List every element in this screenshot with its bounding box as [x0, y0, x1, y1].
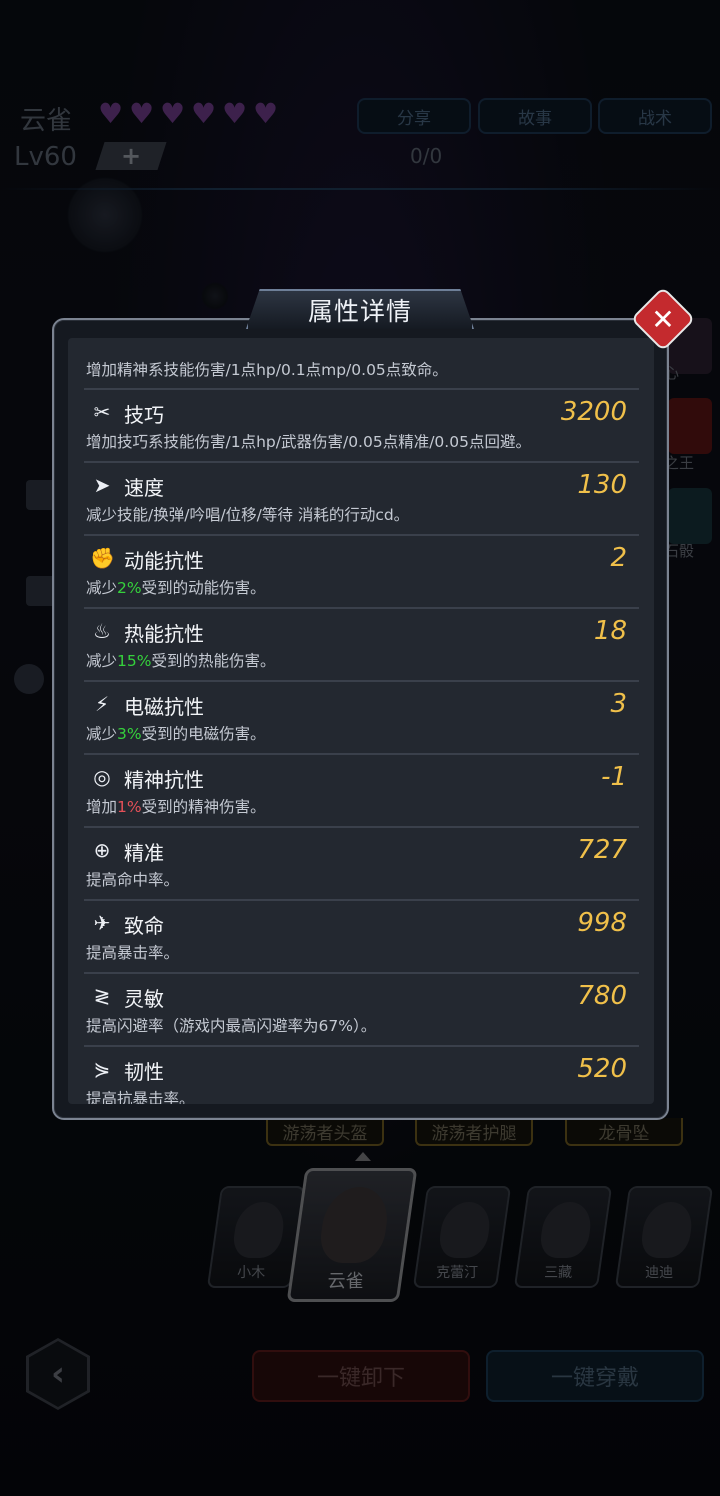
attribute-row: ✊ 动能抗性 2 减少2%受到的动能伤害。: [84, 536, 639, 609]
attribute-value: -1: [601, 762, 627, 792]
attribute-value: 2: [610, 543, 627, 573]
attribute-value: 3200: [560, 397, 627, 427]
desc-percent: 1%: [117, 798, 142, 816]
psychic-resist-icon: ◎: [93, 765, 111, 789]
attribute-desc: 提高命中率。: [86, 871, 180, 889]
attribute-name: 精神抗性: [124, 768, 204, 792]
precision-icon: ⊕: [93, 838, 111, 862]
agility-icon: ≷: [93, 984, 111, 1008]
attribute-desc: 增加技巧系技能伤害/1点hp/武器伤害/0.05点精准/0.05点回避。: [86, 433, 531, 451]
desc-percent: 15%: [117, 652, 152, 670]
dexterity-icon: ✂: [93, 400, 111, 424]
attribute-row: ✈ 致命 998 提高暴击率。: [84, 901, 639, 974]
attribute-desc: 提高暴击率。: [86, 944, 180, 962]
attribute-row: ⚡ 电磁抗性 3 减少3%受到的电磁伤害。: [84, 682, 639, 755]
modal-title-tab: 属性详情: [246, 289, 474, 329]
attribute-desc: 提高抗暴击率。: [86, 1090, 195, 1104]
attribute-row: ♨ 热能抗性 18 减少15%受到的热能伤害。: [84, 609, 639, 682]
attribute-name: 热能抗性: [124, 622, 204, 646]
desc-prefix: 减少: [86, 652, 118, 670]
attribute-name: 精准: [124, 841, 164, 865]
modal-title: 属性详情: [307, 297, 412, 326]
kinetic-resist-icon: ✊: [90, 546, 115, 570]
attribute-row: ✂ 技巧 3200 增加技巧系技能伤害/1点hp/武器伤害/0.05点精准/0.05点…: [84, 390, 639, 463]
attribute-value: 780: [577, 981, 627, 1011]
attribute-name: 速度: [124, 476, 164, 500]
critical-icon: ✈: [93, 911, 111, 935]
attribute-desc: 提高闪避率（游戏内最高闪避率为67%）。: [86, 1017, 377, 1035]
attribute-desc: 减少3%受到的电磁伤害。: [86, 722, 266, 744]
attribute-desc: 减少技能/换弹/吟唱/位移/等待 消耗的行动cd。: [86, 506, 410, 524]
attribute-row: ➤ 速度 130 减少技能/换弹/吟唱/位移/等待 消耗的行动cd。: [84, 463, 639, 536]
attribute-row: ⊕ 精准 727 提高命中率。: [84, 828, 639, 901]
attribute-row: ≷ 灵敏 780 提高闪避率（游戏内最高闪避率为67%）。: [84, 974, 639, 1047]
attribute-row: ◎ 精神抗性 -1 增加1%受到的精神伤害。: [84, 755, 639, 828]
attribute-row-spirit: 增加精神系技能伤害/1点hp/0.1点mp/0.05点致命。: [84, 338, 639, 390]
toughness-icon: ⋟: [93, 1057, 111, 1081]
attribute-name: 灵敏: [124, 987, 164, 1011]
attribute-details-modal: 增加精神系技能伤害/1点hp/0.1点mp/0.05点致命。 ✂ 技巧 3200 增加…: [52, 318, 669, 1120]
desc-percent: 2%: [117, 579, 142, 597]
desc-prefix: 减少: [86, 579, 118, 597]
desc-prefix: 减少: [86, 725, 118, 743]
desc-prefix: 增加: [86, 798, 118, 816]
attribute-list[interactable]: 增加精神系技能伤害/1点hp/0.1点mp/0.05点致命。 ✂ 技巧 3200 增加…: [68, 338, 654, 1104]
attribute-value: 727: [577, 835, 627, 865]
desc-suffix: 受到的电磁伤害。: [141, 725, 266, 743]
speed-icon: ➤: [93, 473, 111, 497]
close-icon: ✕: [651, 302, 675, 336]
thermal-resist-icon: ♨: [93, 619, 111, 643]
attribute-value: 520: [577, 1054, 627, 1084]
em-resist-icon: ⚡: [94, 692, 110, 716]
attribute-name: 致命: [124, 914, 164, 938]
desc-suffix: 受到的动能伤害。: [141, 579, 266, 597]
attribute-value: 3: [610, 689, 627, 719]
attribute-name: 动能抗性: [124, 549, 204, 573]
attribute-desc: 减少2%受到的动能伤害。: [86, 576, 266, 598]
desc-suffix: 受到的热能伤害。: [151, 652, 276, 670]
desc-percent: 3%: [117, 725, 142, 743]
attribute-value: 130: [577, 470, 627, 500]
attribute-desc: 增加1%受到的精神伤害。: [86, 795, 266, 817]
attribute-name: 韧性: [124, 1060, 164, 1084]
attribute-value: 18: [593, 616, 627, 646]
attribute-name: 技巧: [124, 403, 164, 427]
attribute-row: ⋟ 韧性 520 提高抗暴击率。: [84, 1047, 639, 1104]
attribute-name: 电磁抗性: [124, 695, 204, 719]
desc-suffix: 受到的精神伤害。: [141, 798, 266, 816]
attribute-desc: 减少15%受到的热能伤害。: [86, 649, 275, 671]
attribute-desc: 增加精神系技能伤害/1点hp/0.1点mp/0.05点致命。: [86, 361, 448, 379]
attribute-value: 998: [577, 908, 627, 938]
